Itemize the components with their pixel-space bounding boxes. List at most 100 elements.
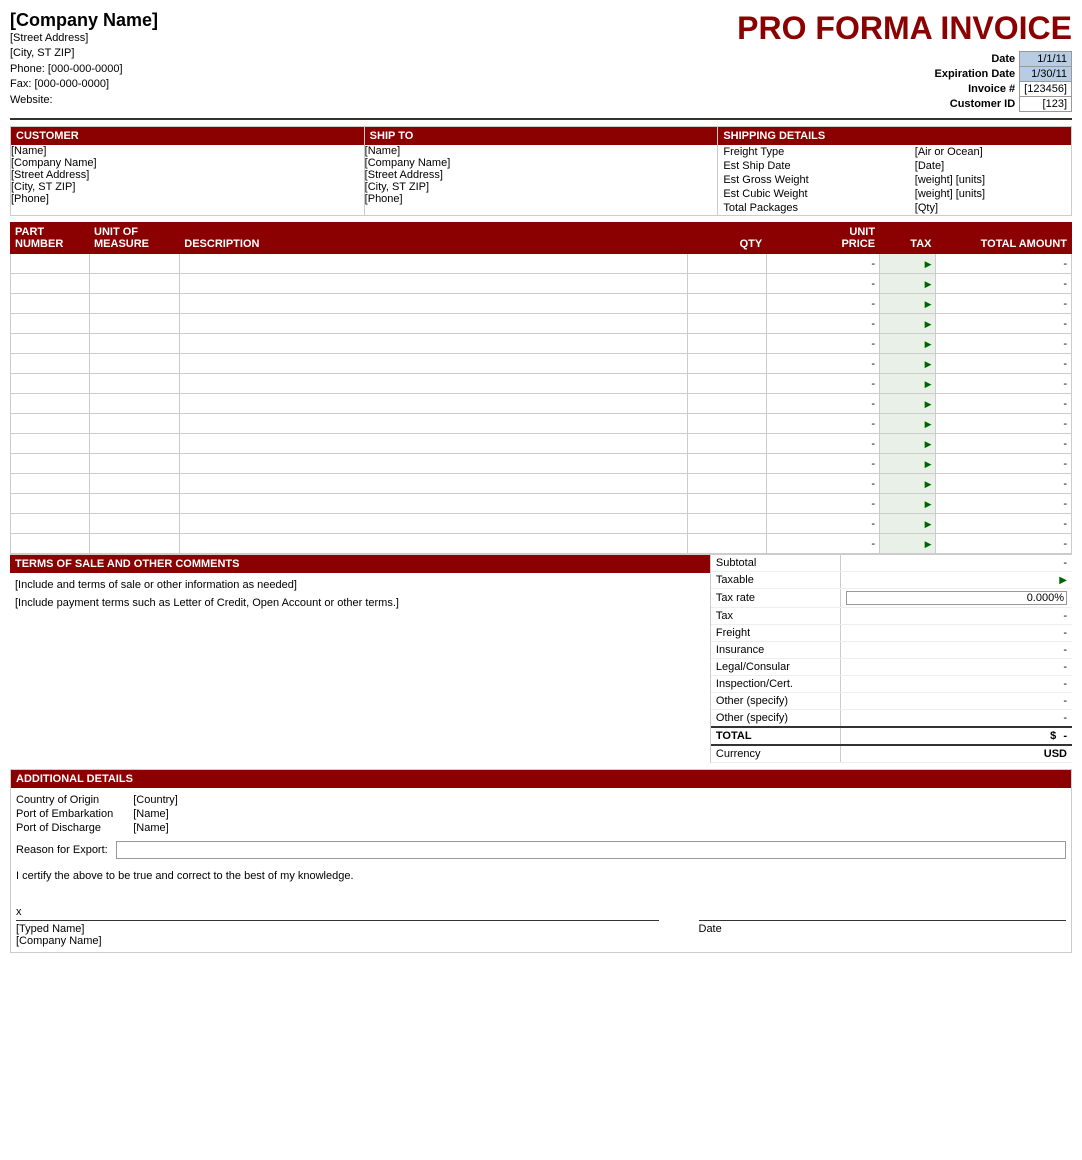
terms-content: [Include and terms of sale or other info… — [10, 573, 710, 616]
other1-label: Other (specify) — [711, 693, 841, 710]
taxable-label: Taxable — [711, 572, 841, 589]
date-sig-label: Date — [699, 923, 1067, 935]
sig-company: [Company Name] — [16, 935, 659, 947]
cell-price: - — [767, 494, 880, 514]
sig-x: x — [16, 906, 659, 918]
cell-part — [11, 254, 90, 274]
customer-id-label: Customer ID — [930, 97, 1019, 112]
cell-qty — [688, 394, 767, 414]
cell-tax: ▶ — [880, 374, 936, 394]
cell-desc — [180, 534, 688, 554]
invoice-number-value: [123456] — [1020, 82, 1072, 97]
cell-price: - — [767, 374, 880, 394]
additional-details-header: ADDITIONAL DETAILS — [11, 770, 1071, 788]
customer-phone: [Phone] — [11, 193, 364, 205]
date-label: Date — [930, 52, 1019, 67]
other2-value: - — [840, 710, 1072, 728]
cell-desc — [180, 434, 688, 454]
other2-label: Other (specify) — [711, 710, 841, 728]
ship-street: [Street Address] — [365, 169, 718, 181]
port-discharge-value: [Name] — [123, 821, 188, 835]
cell-tax: ▶ — [880, 414, 936, 434]
cell-tax: ▶ — [880, 474, 936, 494]
cell-tax: ▶ — [880, 454, 936, 474]
cell-desc — [180, 394, 688, 414]
tax-rate-label: Tax rate — [711, 589, 841, 608]
ship-to-col: SHIP TO [Name] [Company Name] [Street Ad… — [364, 126, 718, 216]
signature-section: x [Typed Name] [Company Name] Date — [16, 906, 1066, 947]
signature-block: x [Typed Name] [Company Name] — [16, 906, 659, 947]
cell-desc — [180, 374, 688, 394]
cell-desc — [180, 314, 688, 334]
cell-tax: ▶ — [880, 394, 936, 414]
country-label: Country of Origin — [16, 793, 123, 807]
cell-price: - — [767, 314, 880, 334]
cell-total: - — [936, 494, 1072, 514]
freight-label: Freight — [711, 625, 841, 642]
typed-name: [Typed Name] — [16, 923, 659, 935]
cell-qty — [688, 454, 767, 474]
cell-qty — [688, 254, 767, 274]
inspection-value: - — [840, 676, 1072, 693]
cell-unit — [90, 454, 180, 474]
cell-unit — [90, 254, 180, 274]
table-row: - ▶ - — [11, 254, 1072, 274]
cell-qty — [688, 374, 767, 394]
additional-content: Country of Origin [Country] Port of Emba… — [11, 788, 1071, 952]
cell-price: - — [767, 434, 880, 454]
cell-price: - — [767, 514, 880, 534]
table-row: - ▶ - — [11, 454, 1072, 474]
taxable-value: ▶ — [840, 572, 1072, 589]
company-name: [Company Name] — [10, 10, 737, 31]
total-value: $ - — [840, 727, 1072, 745]
tax-rate-input[interactable] — [846, 591, 1067, 605]
shipping-row-freight: Freight Type [Air or Ocean] — [718, 145, 1071, 159]
ship-date-label: Est Ship Date — [718, 159, 909, 173]
inspection-row: Inspection/Cert. - — [711, 676, 1072, 693]
cell-desc — [180, 474, 688, 494]
packages-label: Total Packages — [718, 201, 909, 215]
cell-unit — [90, 334, 180, 354]
currency-value: USD — [840, 745, 1072, 763]
cell-price: - — [767, 394, 880, 414]
certify-text: I certify the above to be true and corre… — [16, 867, 1066, 886]
col-description: DESCRIPTION — [180, 223, 688, 254]
table-row: - ▶ - — [11, 474, 1072, 494]
customer-header: CUSTOMER — [11, 127, 364, 145]
cell-total: - — [936, 474, 1072, 494]
currency-label: Currency — [711, 745, 841, 763]
cell-total: - — [936, 534, 1072, 554]
invoice-number-label: Invoice # — [930, 82, 1019, 97]
tax-rate-value[interactable] — [840, 589, 1072, 608]
port-embark-row: Port of Embarkation [Name] — [16, 807, 188, 821]
col-total-amount: TOTAL AMOUNT — [936, 223, 1072, 254]
street-address: [Street Address] — [10, 31, 737, 46]
shipping-details-header: SHIPPING DETAILS — [718, 127, 1071, 145]
cell-total: - — [936, 274, 1072, 294]
port-embark-value: [Name] — [123, 807, 188, 821]
cell-total: - — [936, 294, 1072, 314]
port-discharge-row: Port of Discharge [Name] — [16, 821, 188, 835]
cell-desc — [180, 494, 688, 514]
cell-part — [11, 374, 90, 394]
other1-row: Other (specify) - — [711, 693, 1072, 710]
shipping-row-gross: Est Gross Weight [weight] [units] — [718, 173, 1071, 187]
cell-total: - — [936, 254, 1072, 274]
cell-tax: ▶ — [880, 334, 936, 354]
ship-city: [City, ST ZIP] — [365, 181, 718, 193]
cell-price: - — [767, 254, 880, 274]
shipping-details-col: SHIPPING DETAILS Freight Type [Air or Oc… — [717, 126, 1072, 216]
tax-rate-row: Tax rate — [711, 589, 1072, 608]
cell-part — [11, 354, 90, 374]
sig-line — [16, 920, 659, 921]
cell-price: - — [767, 334, 880, 354]
totals-block: Subtotal - Taxable ▶ Tax rate Tax - Fre — [711, 555, 1072, 763]
terms-header: TERMS OF SALE AND OTHER COMMENTS — [10, 555, 710, 573]
cell-unit — [90, 294, 180, 314]
reason-label: Reason for Export: — [16, 844, 108, 856]
date-table: Date 1/1/11 Expiration Date 1/30/11 Invo… — [930, 51, 1072, 112]
cell-unit — [90, 474, 180, 494]
reason-input[interactable] — [116, 841, 1066, 859]
cell-qty — [688, 294, 767, 314]
table-row: - ▶ - — [11, 434, 1072, 454]
